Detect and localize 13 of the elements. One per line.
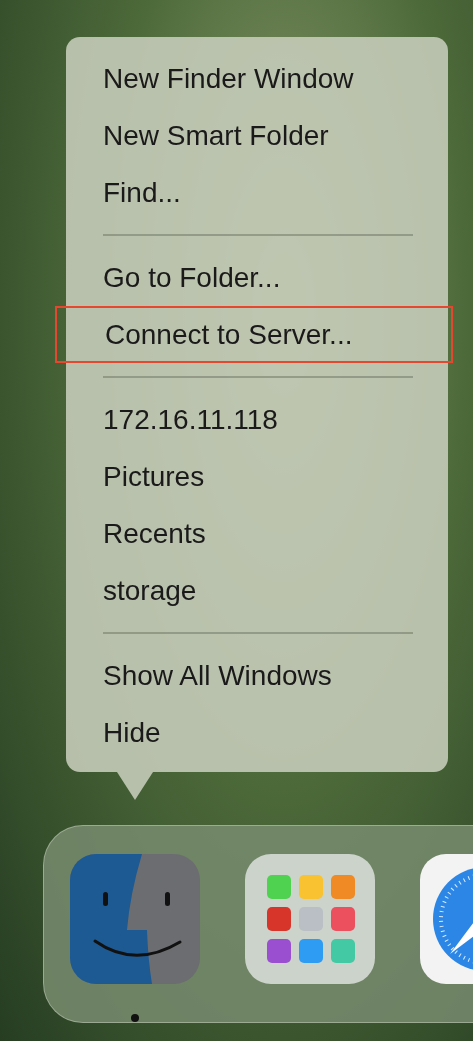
smiling-face-icon[interactable] [70,854,200,984]
menu-item[interactable]: Go to Folder... [66,249,448,306]
app-grid-icon[interactable] [245,854,375,984]
menu-item[interactable]: Recents [66,505,448,562]
menu-item[interactable]: Find... [66,164,448,221]
menu-item[interactable]: Pictures [66,448,448,505]
menu-item[interactable]: Show All Windows [66,647,448,704]
menu-item[interactable]: storage [66,562,448,619]
menu-item[interactable]: New Finder Window [66,50,448,107]
menu-item[interactable]: Hide [66,704,448,761]
menu-item[interactable]: Connect to Server... [55,306,453,363]
menu-item[interactable]: New Smart Folder [66,107,448,164]
menu-item[interactable]: 172.16.11.118 [66,391,448,448]
